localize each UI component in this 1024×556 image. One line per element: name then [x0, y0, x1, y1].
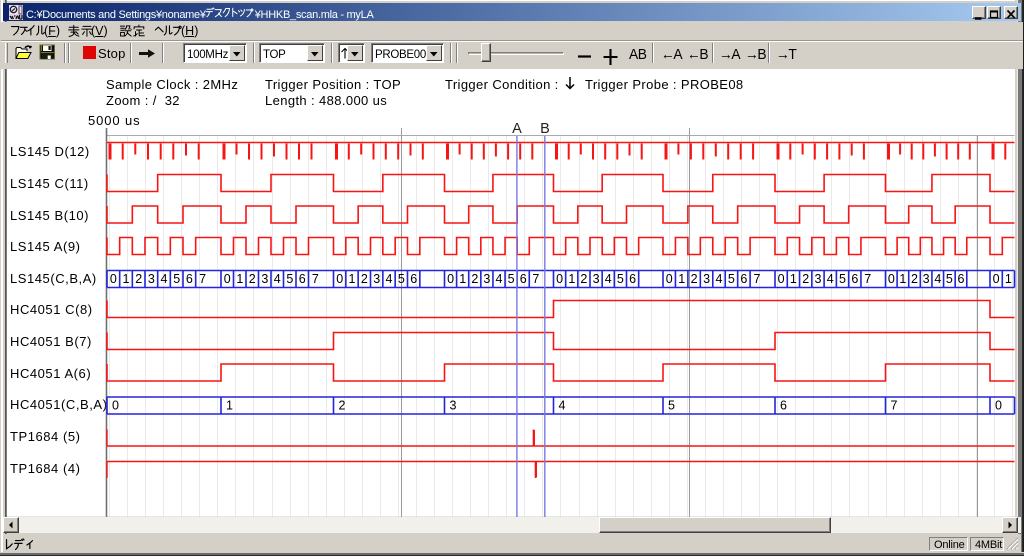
svg-text:7: 7: [891, 399, 898, 413]
svg-text:0: 0: [666, 272, 673, 286]
svg-text:6: 6: [520, 272, 527, 286]
svg-text:4: 4: [559, 399, 566, 413]
svg-text:2: 2: [249, 272, 256, 286]
svg-text:5: 5: [839, 272, 846, 286]
svg-text:0: 0: [995, 399, 1002, 413]
svg-text:6: 6: [780, 399, 787, 413]
svg-text:3: 3: [373, 272, 380, 286]
svg-text:0: 0: [778, 272, 785, 286]
svg-text:5: 5: [508, 272, 515, 286]
svg-text:0: 0: [447, 272, 454, 286]
svg-text:2: 2: [802, 272, 809, 286]
svg-text:3: 3: [261, 272, 268, 286]
svg-text:4: 4: [716, 272, 723, 286]
svg-text:4: 4: [386, 272, 393, 286]
svg-text:0: 0: [336, 272, 343, 286]
svg-text:4: 4: [274, 272, 281, 286]
svg-text:7: 7: [754, 272, 761, 286]
svg-text:3: 3: [450, 399, 457, 413]
svg-text:7: 7: [312, 272, 319, 286]
svg-text:3: 3: [815, 272, 822, 286]
svg-text:7: 7: [199, 272, 206, 286]
svg-text:3: 3: [593, 272, 600, 286]
svg-text:A: A: [512, 121, 522, 137]
svg-text:5: 5: [668, 399, 675, 413]
svg-text:6: 6: [958, 272, 965, 286]
svg-text:0: 0: [993, 272, 1000, 286]
svg-text:4: 4: [496, 272, 503, 286]
svg-text:B: B: [540, 121, 550, 137]
svg-text:6: 6: [299, 272, 306, 286]
svg-text:1: 1: [226, 399, 233, 413]
svg-text:1: 1: [790, 272, 797, 286]
svg-text:1: 1: [1005, 272, 1012, 286]
svg-text:5: 5: [398, 272, 405, 286]
svg-text:0: 0: [110, 272, 117, 286]
svg-text:4: 4: [827, 272, 834, 286]
svg-text:6: 6: [410, 272, 417, 286]
svg-text:1: 1: [349, 272, 356, 286]
svg-text:5: 5: [286, 272, 293, 286]
svg-text:3: 3: [483, 272, 490, 286]
svg-text:6: 6: [629, 272, 636, 286]
svg-text:2: 2: [471, 272, 478, 286]
svg-text:1: 1: [899, 272, 906, 286]
svg-text:1: 1: [459, 272, 466, 286]
svg-text:3: 3: [703, 272, 710, 286]
svg-text:7: 7: [532, 272, 539, 286]
svg-text:4: 4: [934, 272, 941, 286]
svg-text:5: 5: [728, 272, 735, 286]
svg-text:3: 3: [923, 272, 930, 286]
svg-text:6: 6: [851, 272, 858, 286]
svg-text:1: 1: [568, 272, 575, 286]
svg-text:2: 2: [580, 272, 587, 286]
svg-text:2: 2: [691, 272, 698, 286]
svg-text:3: 3: [148, 272, 155, 286]
svg-text:4: 4: [161, 272, 168, 286]
svg-text:0: 0: [224, 272, 231, 286]
svg-text:1: 1: [123, 272, 130, 286]
svg-text:2: 2: [361, 272, 368, 286]
svg-text:5: 5: [173, 272, 180, 286]
svg-text:5: 5: [617, 272, 624, 286]
svg-text:0: 0: [112, 399, 119, 413]
svg-text:2: 2: [339, 399, 346, 413]
svg-text:6: 6: [740, 272, 747, 286]
svg-text:7: 7: [864, 272, 871, 286]
svg-text:2: 2: [911, 272, 918, 286]
svg-text:5: 5: [946, 272, 953, 286]
svg-text:0: 0: [888, 272, 895, 286]
svg-text:2: 2: [135, 272, 142, 286]
svg-text:6: 6: [186, 272, 193, 286]
svg-text:1: 1: [236, 272, 243, 286]
svg-text:4: 4: [605, 272, 612, 286]
svg-text:1: 1: [678, 272, 685, 286]
svg-text:0: 0: [556, 272, 563, 286]
